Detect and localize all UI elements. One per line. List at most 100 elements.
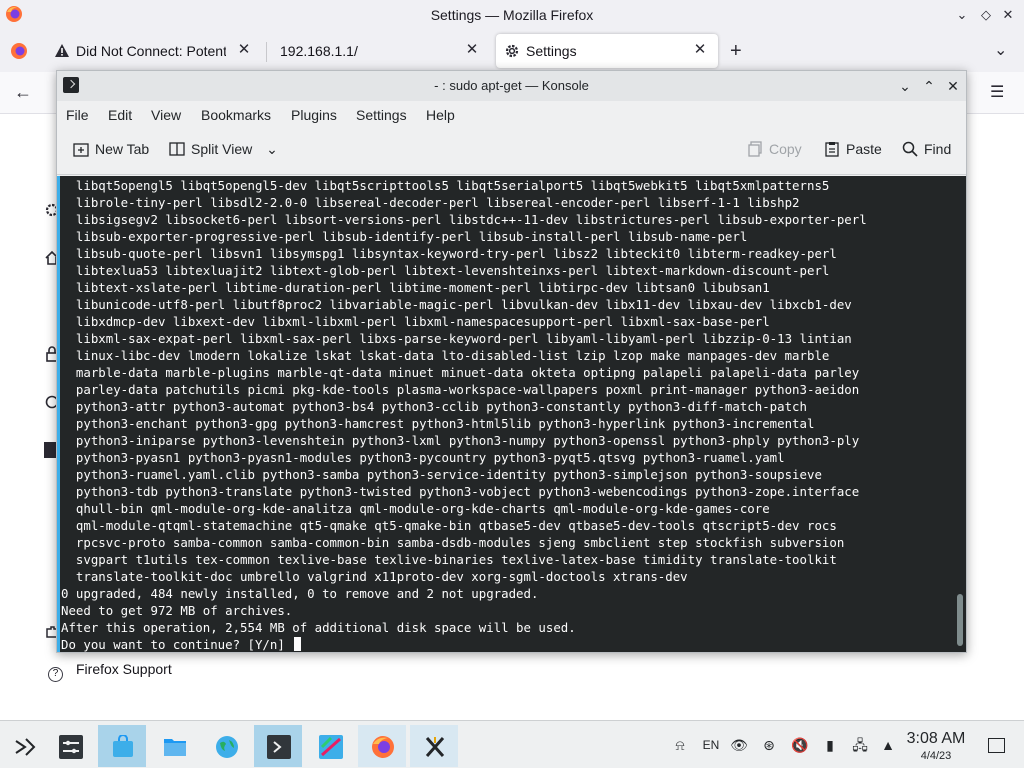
find-label: Find: [924, 141, 952, 157]
terminal-line: python3-iniparse python3-levenshtein pyt…: [61, 433, 860, 448]
terminal-cursor: [294, 637, 302, 651]
firefox-support-link[interactable]: ? Firefox Support: [48, 661, 172, 682]
support-label: Firefox Support: [76, 661, 172, 677]
search-icon: [902, 141, 918, 157]
terminal-line: marble-data marble-plugins marble-qt-dat…: [61, 365, 860, 380]
terminal-line: qml-module-qtqml-statemachine qt5-qmake …: [61, 518, 837, 533]
konsole-toolbar: New Tab Split View ⌄ Copy Paste Find: [57, 129, 966, 175]
terminal-output[interactable]: libqt5opengl5 libqt5opengl5-dev libqt5sc…: [57, 176, 966, 652]
show-desktop-icon[interactable]: [988, 738, 1005, 753]
konsole-window-title: - : sudo apt-get — Konsole: [434, 78, 589, 93]
tab-router[interactable]: 192.168.1.1/ ✕: [268, 34, 490, 68]
taskbar-dolphin[interactable]: [150, 725, 198, 767]
copy-label: Copy: [769, 141, 802, 157]
split-view-label: Split View: [191, 141, 253, 157]
konsole-titlebar[interactable]: - : sudo apt-get — Konsole ⌄ ⌃ ✕: [57, 71, 966, 101]
help-icon: ?: [48, 667, 63, 682]
terminal-line: linux-libc-dev lmodern lokalize lskat ls…: [61, 348, 830, 363]
menu-bookmarks[interactable]: Bookmarks: [201, 107, 271, 123]
close-tab-icon[interactable]: ✕: [462, 40, 482, 60]
copy-icon: [748, 141, 762, 157]
minimize-button[interactable]: ⌄: [895, 76, 915, 96]
close-tab-icon[interactable]: ✕: [234, 40, 254, 60]
tray-expand-icon[interactable]: ▲: [879, 736, 897, 754]
taskbar-konsole[interactable]: [254, 725, 302, 767]
menu-help[interactable]: Help: [426, 107, 455, 123]
gear-icon: [505, 44, 519, 58]
updates-icon[interactable]: ⊛: [760, 736, 778, 754]
battery-icon[interactable]: ▮: [821, 736, 839, 754]
taskbar-firefox[interactable]: [358, 725, 406, 767]
terminal-icon: [267, 735, 291, 759]
terminal-line: python3-enchant python3-gpg python3-hamc…: [61, 416, 815, 431]
firefox-window-title: Settings — Mozilla Firefox: [430, 7, 594, 23]
tab-did-not-connect[interactable]: Did Not Connect: Potential ✕: [48, 34, 262, 68]
terminal-line: rpcsvc-proto samba-common samba-common-b…: [61, 535, 845, 550]
menu-plugins[interactable]: Plugins: [291, 107, 337, 123]
taskbar-system-settings[interactable]: [46, 725, 94, 767]
terminal-line: python3-attr python3-automat python3-bs4…: [61, 399, 807, 414]
paste-icon: [825, 142, 839, 157]
terminal-scrollbar[interactable]: [957, 594, 963, 646]
menu-hamburger-icon[interactable]: ☰: [990, 82, 1004, 102]
privacy-eye-icon[interactable]: 👁: [730, 736, 748, 754]
keyboard-layout-indicator[interactable]: EN: [700, 736, 722, 754]
taskbar: [0, 720, 1024, 768]
tab-settings[interactable]: Settings ✕: [496, 34, 718, 68]
volume-muted-icon[interactable]: 🔇: [791, 736, 809, 754]
network-icon[interactable]: 🖧: [851, 736, 869, 754]
clock-date[interactable]: 4/4/23: [896, 750, 976, 762]
taskbar-discover[interactable]: [98, 725, 146, 767]
close-button[interactable]: ✕: [943, 76, 963, 96]
desktop: Settings — Mozilla Firefox ⌄ ◇ ✕ Did Not…: [0, 0, 1024, 768]
menu-edit[interactable]: Edit: [108, 107, 132, 123]
terminal-focus-edge: [57, 176, 60, 652]
firefox-tab-strip: Did Not Connect: Potential ✕ 192.168.1.1…: [0, 30, 1024, 72]
chevron-down-icon: ⌄: [266, 141, 278, 157]
notifications-icon[interactable]: ⍾: [671, 736, 689, 754]
list-all-tabs-icon[interactable]: ⌄: [994, 40, 1007, 60]
tab-separator: [266, 42, 267, 62]
close-tab-icon[interactable]: ✕: [690, 40, 710, 60]
minimize-button[interactable]: ⌄: [952, 5, 972, 25]
find-button[interactable]: Find: [902, 141, 951, 163]
terminal-line: 0 upgraded, 484 newly installed, 0 to re…: [61, 586, 539, 601]
firefox-icon: [372, 736, 394, 758]
maximize-button[interactable]: ⌃: [919, 76, 939, 96]
taskbar-krita[interactable]: [306, 725, 354, 767]
application-launcher-button[interactable]: [0, 725, 48, 767]
firefox-view-icon[interactable]: [10, 42, 28, 60]
split-view-button[interactable]: Split View ⌄: [169, 141, 278, 163]
paste-button[interactable]: Paste: [824, 141, 882, 163]
terminal-line: libtexlua53 libtexluajit2 libtext-glob-p…: [61, 263, 830, 278]
discover-bag-icon: [113, 735, 133, 757]
menu-view[interactable]: View: [151, 107, 181, 123]
new-tab-label: New Tab: [95, 141, 150, 157]
terminal-line: Need to get 972 MB of archives.: [61, 603, 293, 618]
clock-time[interactable]: 3:08 AM: [896, 730, 976, 748]
back-arrow-icon[interactable]: ←: [14, 82, 32, 103]
menu-file[interactable]: File: [66, 107, 89, 123]
terminal-line: Do you want to continue? [Y/n]: [61, 636, 302, 652]
tab-label: Did Not Connect: Potential: [76, 43, 226, 59]
taskbar-globe[interactable]: [202, 725, 250, 767]
warning-icon: [55, 44, 69, 57]
terminal-line: libsigsegv2 libsocket6-perl libsort-vers…: [61, 212, 867, 227]
terminal-line: libtext-xslate-perl libtime-duration-per…: [61, 280, 770, 295]
copy-button[interactable]: Copy: [747, 141, 802, 163]
terminal-line: translate-toolkit-doc umbrello valgrind …: [61, 569, 688, 584]
taskbar-x-app[interactable]: [410, 725, 458, 767]
konsole-window: - : sudo apt-get — Konsole ⌄ ⌃ ✕ File Ed…: [56, 70, 967, 653]
folder-icon: [164, 739, 186, 756]
new-tab-icon: [73, 143, 89, 157]
new-tab-button[interactable]: New Tab: [73, 141, 149, 163]
split-view-icon: [169, 142, 185, 156]
new-tab-icon[interactable]: +: [730, 40, 742, 63]
terminal-line: python3-tdb python3-translate python3-tw…: [61, 484, 860, 499]
maximize-button[interactable]: ◇: [976, 5, 996, 25]
terminal-line: After this operation, 2,554 MB of additi…: [61, 620, 576, 635]
terminal-line: libxdmcp-dev libxext-dev libxml-libxml-p…: [61, 314, 770, 329]
close-button[interactable]: ✕: [998, 5, 1018, 25]
menu-settings[interactable]: Settings: [356, 107, 407, 123]
terminal-line: parley-data patchutils picmi pkg-kde-too…: [61, 382, 860, 397]
